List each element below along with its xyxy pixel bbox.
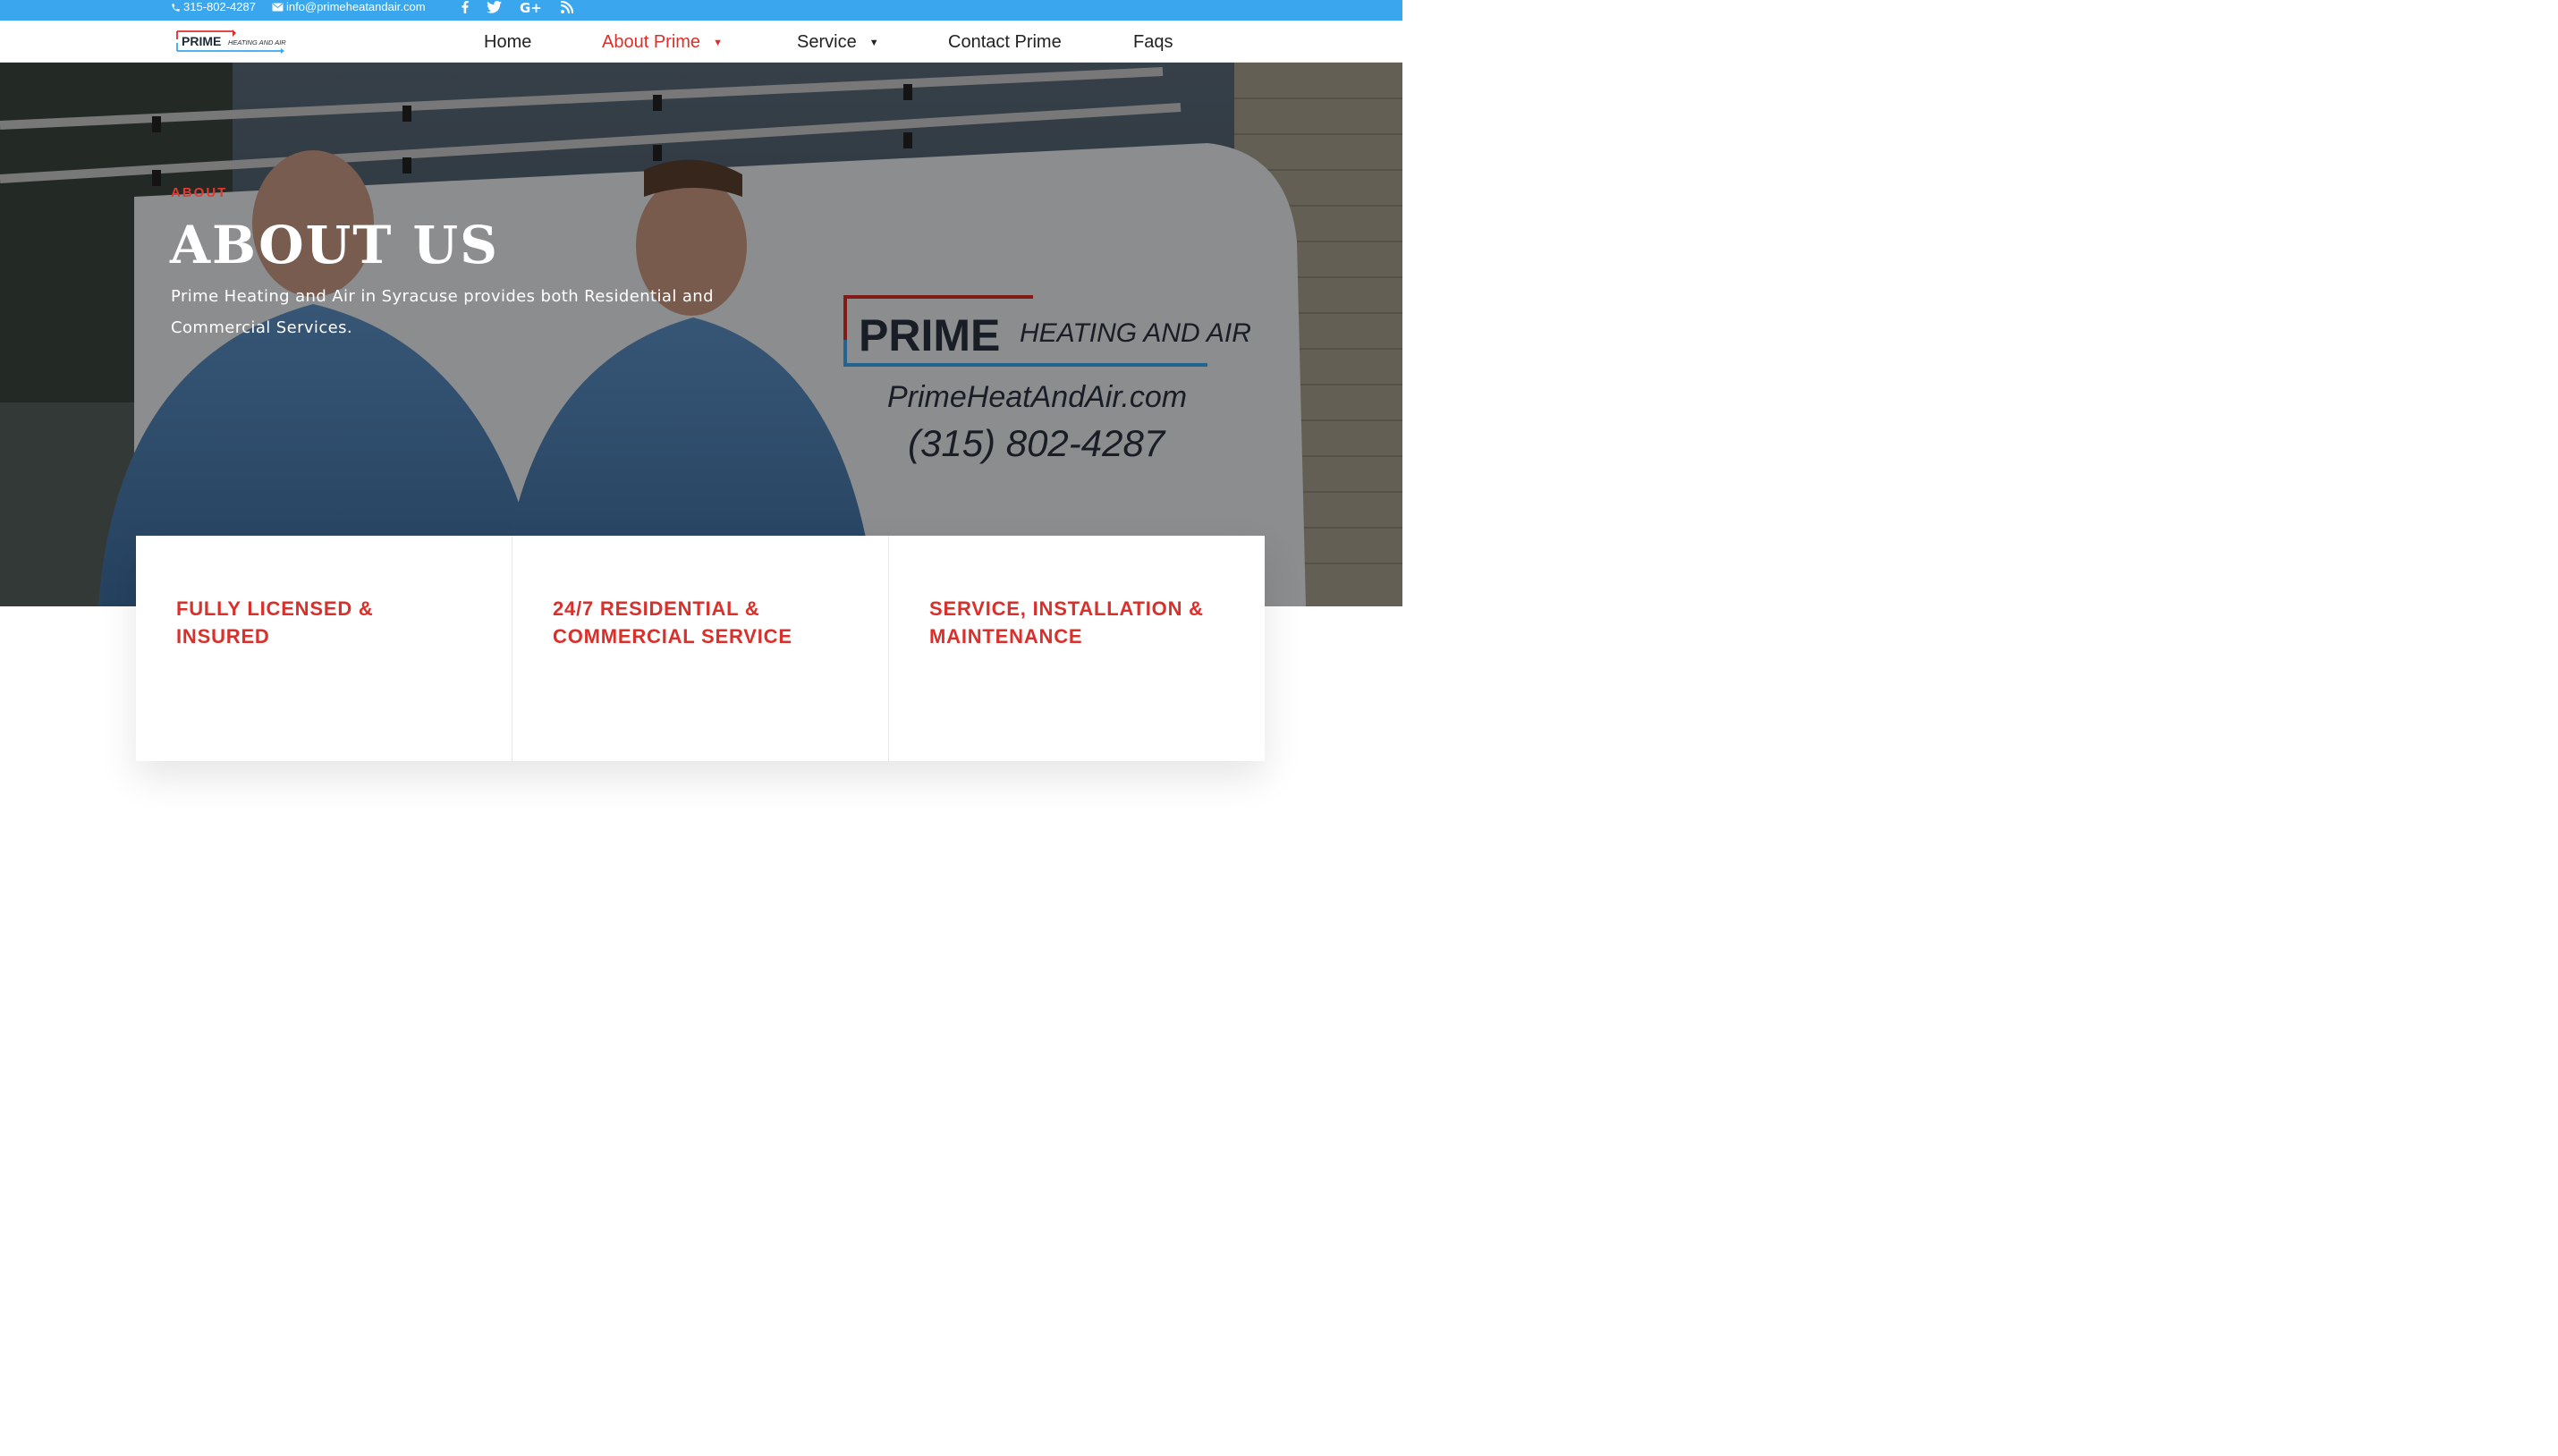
- contact-info: 315-802-4287 info@primeheatandair.com: [171, 0, 426, 14]
- facebook-icon[interactable]: [462, 1, 469, 13]
- caret-down-icon: ▼: [868, 37, 879, 48]
- nav-item-label: Contact Prime: [948, 32, 1062, 52]
- logo-wordmark: PRIME: [182, 34, 221, 48]
- hero-section: PRIME HEATING AND AIR PrimeHeatAndAir.co…: [0, 63, 1402, 606]
- feature-title: 24/7 RESIDENTIAL & COMMERCIAL SERVICE: [553, 597, 792, 648]
- hero-eyebrow: ABOUT: [171, 185, 228, 200]
- feature-card: FULLY LICENSED & INSURED: [136, 536, 512, 761]
- feature-card: 24/7 RESIDENTIAL & COMMERCIAL SERVICE: [512, 536, 889, 761]
- nav-item-label: About Prime: [602, 32, 701, 52]
- feature-title: SERVICE, INSTALLATION & MAINTENANCE: [929, 597, 1204, 648]
- top-bar: 315-802-4287 info@primeheatandair.com G+: [0, 0, 1402, 21]
- phone-icon: [171, 3, 181, 13]
- rss-icon[interactable]: [561, 1, 573, 13]
- nav-item-label: Faqs: [1133, 32, 1173, 52]
- feature-title: FULLY LICENSED & INSURED: [176, 597, 374, 648]
- nav-item-faqs[interactable]: Faqs: [1133, 32, 1173, 53]
- svg-text:G+: G+: [520, 1, 542, 14]
- phone-link[interactable]: 315-802-4287: [171, 1, 256, 13]
- nav-item-label: Home: [484, 32, 532, 52]
- twitter-icon[interactable]: [487, 1, 502, 13]
- email-link[interactable]: info@primeheatandair.com: [272, 1, 426, 13]
- site-logo[interactable]: PRIME HEATING AND AIR: [175, 29, 292, 54]
- social-links: G+: [462, 0, 573, 14]
- nav-item-label: Service: [797, 32, 857, 52]
- page-title: ABOUT US: [170, 215, 500, 275]
- google-plus-icon[interactable]: G+: [520, 1, 543, 14]
- caret-down-icon: ▼: [713, 37, 723, 48]
- feature-cards: FULLY LICENSED & INSURED 24/7 RESIDENTIA…: [136, 536, 1265, 761]
- logo-subtitle: HEATING AND AIR: [228, 38, 286, 47]
- feature-card: SERVICE, INSTALLATION & MAINTENANCE: [889, 536, 1265, 761]
- nav-item-home[interactable]: Home: [484, 32, 531, 53]
- main-navigation: PRIME HEATING AND AIR Home About Prime ▼…: [0, 21, 1402, 63]
- nav-item-contact-prime[interactable]: Contact Prime: [948, 32, 1062, 53]
- phone-number: 315-802-4287: [183, 0, 256, 13]
- nav-item-about-prime[interactable]: About Prime ▼: [602, 32, 723, 53]
- nav-item-service[interactable]: Service ▼: [797, 32, 879, 53]
- hero-description: Prime Heating and Air in Syracuse provid…: [171, 287, 714, 337]
- email-address: info@primeheatandair.com: [285, 0, 426, 13]
- envelope-icon: [272, 3, 284, 12]
